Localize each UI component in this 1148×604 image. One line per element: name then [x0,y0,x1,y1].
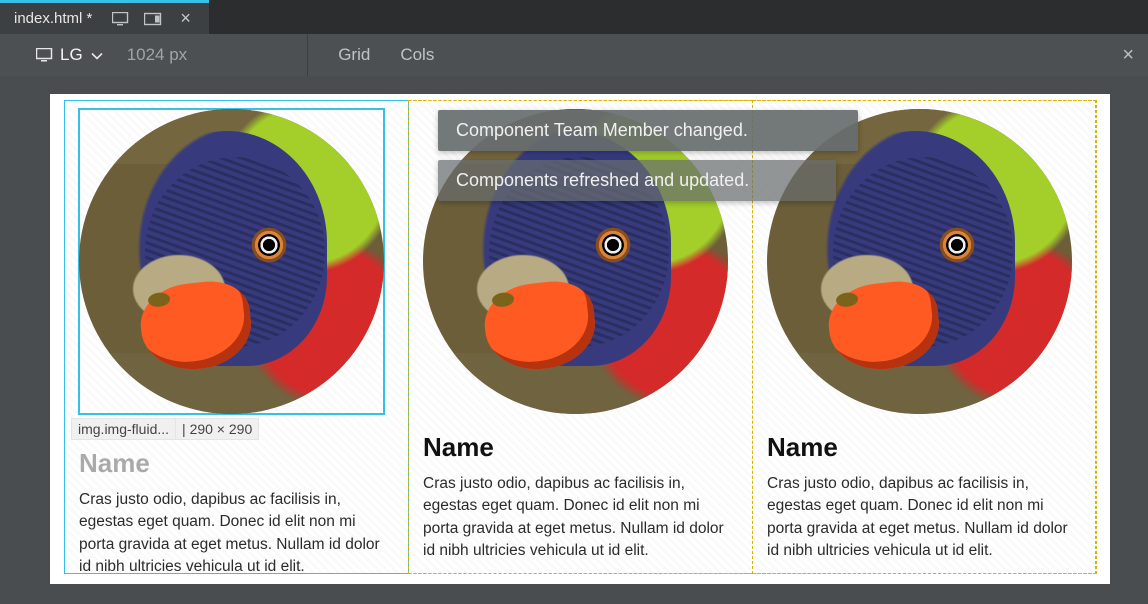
page-canvas[interactable]: img.img-fluid... | 290 × 290 Name Cras j… [50,94,1110,584]
card-heading[interactable]: Name [767,432,1082,463]
card-body[interactable]: Cras justo odio, dapibus ac facilisis in… [79,489,394,579]
team-member-card: Name Cras justo odio, dapibus ac facilis… [761,109,1088,563]
selection-dimensions: | 290 × 290 [176,418,259,440]
close-panel-button[interactable]: × [1122,44,1134,67]
team-member-column[interactable]: Name Cras justo odio, dapibus ac facilis… [752,100,1097,574]
selection-info-badge: img.img-fluid... | 290 × 290 [71,418,259,440]
tab-bar: index.html * × [0,0,1148,34]
canvas-width-label: 1024 px [127,45,188,65]
card-body[interactable]: Cras justo odio, dapibus ac facilisis in… [423,473,738,563]
card-heading[interactable]: Name [423,432,738,463]
team-member-image-selected[interactable] [79,109,384,414]
team-member-image[interactable] [423,109,728,414]
device-icon [36,48,54,62]
team-member-avatar [767,109,1072,414]
team-member-card: Name Cras justo odio, dapibus ac facilis… [417,109,744,563]
breakpoint-selector[interactable]: LG [28,41,111,69]
selection-element-label: img.img-fluid... [71,418,176,440]
team-member-avatar [79,109,384,414]
canvas-area: img.img-fluid... | 290 × 290 Name Cras j… [0,76,1148,604]
team-member-card: img.img-fluid... | 290 × 290 Name Cras j… [73,109,400,579]
toggle-cols-button[interactable]: Cols [390,41,444,69]
team-member-avatar [423,109,728,414]
close-tab-button[interactable]: × [176,8,195,29]
file-tab-label: index.html * [14,10,92,27]
desktop-view-icon[interactable] [112,12,130,26]
toolbar-divider [307,34,308,76]
card-heading[interactable]: Name [79,448,394,479]
team-member-column[interactable]: img.img-fluid... | 290 × 290 Name Cras j… [64,100,409,574]
team-member-column[interactable]: Name Cras justo odio, dapibus ac facilis… [408,100,753,574]
team-member-image[interactable] [767,109,1072,414]
toggle-grid-button[interactable]: Grid [328,41,380,69]
file-tab[interactable]: index.html * × [0,0,209,34]
chevron-down-icon [91,45,103,65]
split-view-icon[interactable] [144,12,162,26]
card-body[interactable]: Cras justo odio, dapibus ac facilisis in… [767,473,1082,563]
breakpoint-label: LG [60,45,83,65]
canvas-toolbar: LG 1024 px Grid Cols × [0,34,1148,76]
